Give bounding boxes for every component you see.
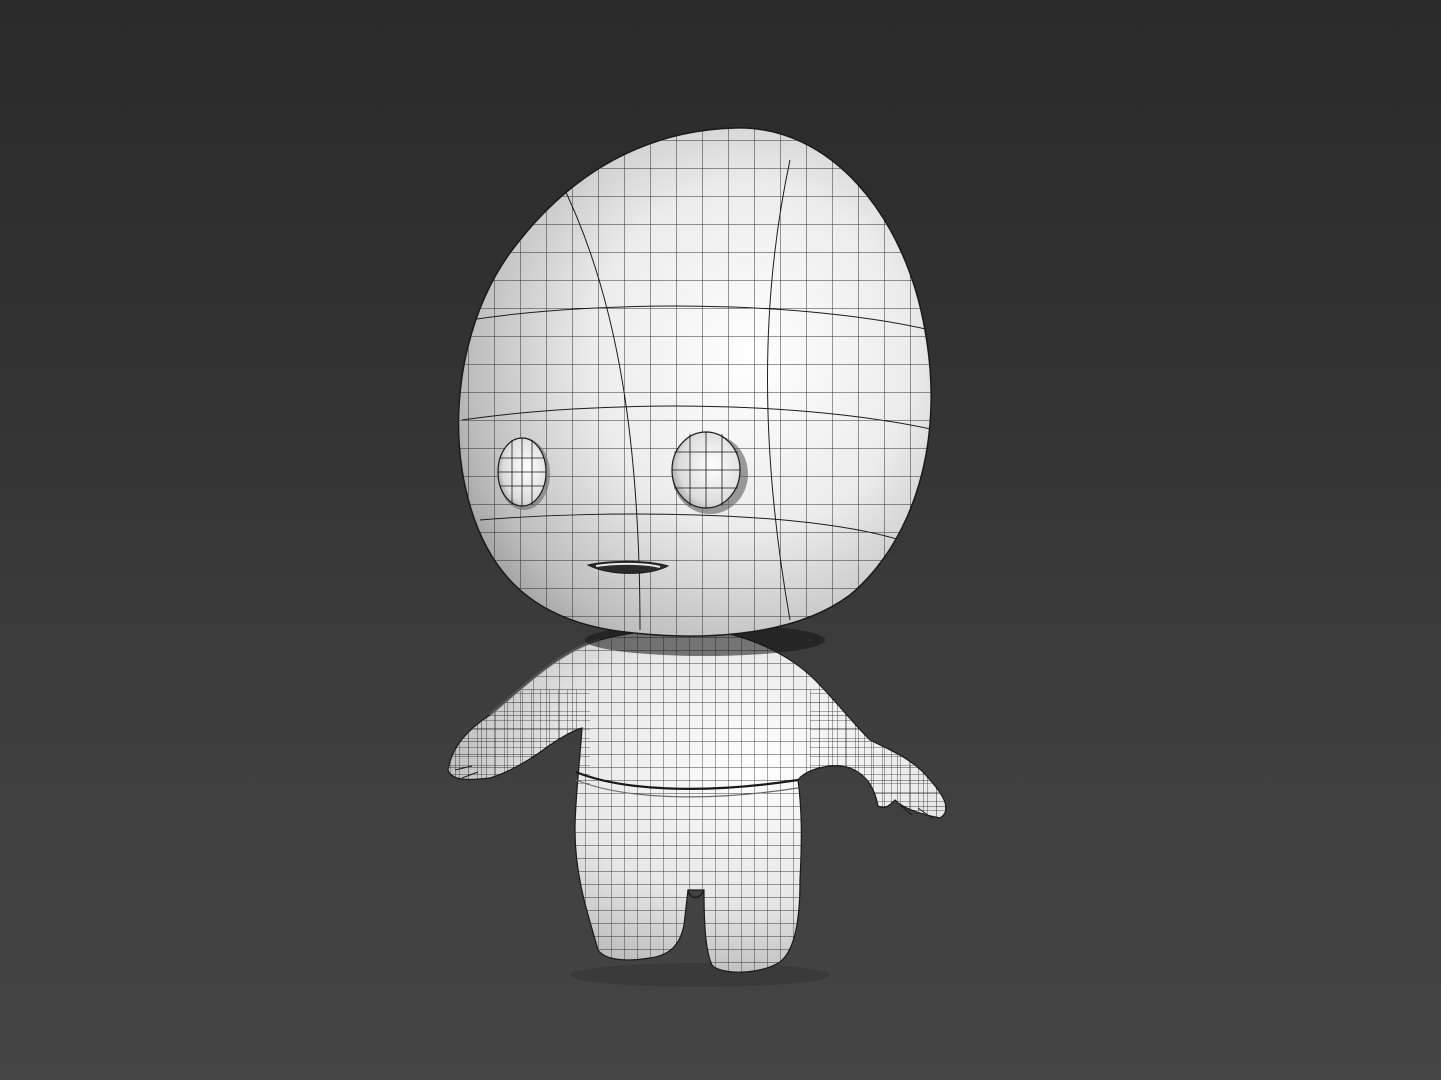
character-head[interactable]: [450, 120, 950, 650]
left-eye[interactable]: [497, 437, 550, 510]
leg-split: [687, 889, 705, 899]
character-body[interactable]: [440, 620, 960, 980]
body-wireframe: [448, 629, 946, 973]
viewport-canvas[interactable]: [0, 0, 1441, 1080]
ground-shadow: [570, 963, 830, 987]
3d-viewport[interactable]: [0, 0, 1441, 1080]
